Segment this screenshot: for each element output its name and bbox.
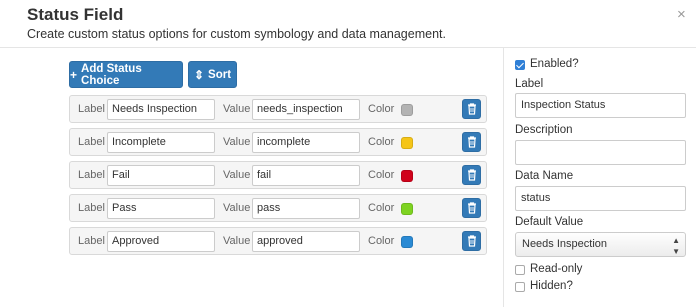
value-caption: Value bbox=[223, 202, 251, 214]
label-heading: Label bbox=[515, 78, 544, 90]
plus-icon: + bbox=[70, 67, 78, 82]
color-swatch[interactable] bbox=[401, 104, 413, 116]
choice-value-input[interactable]: incomplete bbox=[252, 132, 360, 153]
status-choice-row: Label Fail Value fail Color bbox=[69, 161, 487, 189]
delete-button[interactable] bbox=[462, 198, 481, 218]
color-caption: Color bbox=[368, 136, 395, 148]
label-input[interactable]: Inspection Status bbox=[515, 93, 686, 118]
trash-icon bbox=[467, 103, 476, 115]
choice-value-input[interactable]: approved bbox=[252, 231, 360, 252]
choice-label-input[interactable]: Fail bbox=[107, 165, 215, 186]
add-status-choice-label: Add Status Choice bbox=[81, 62, 142, 87]
delete-button[interactable] bbox=[462, 165, 481, 185]
close-icon[interactable]: × bbox=[677, 7, 686, 22]
choice-label-input[interactable]: Pass bbox=[107, 198, 215, 219]
field-settings-sidebar: Enabled? Label Inspection Status Descrip… bbox=[503, 48, 696, 307]
color-caption: Color bbox=[368, 169, 395, 181]
label-caption: Label bbox=[78, 235, 105, 247]
readonly-checkbox[interactable] bbox=[515, 265, 525, 275]
sort-button[interactable]: ⇕ Sort bbox=[188, 61, 237, 88]
delete-button[interactable] bbox=[462, 99, 481, 119]
choice-label-input[interactable]: Approved bbox=[107, 231, 215, 252]
delete-button[interactable] bbox=[462, 231, 481, 251]
hidden-checkbox[interactable] bbox=[515, 282, 525, 292]
label-caption: Label bbox=[78, 136, 105, 148]
default-value-selected: Needs Inspection bbox=[522, 238, 607, 250]
trash-icon bbox=[467, 136, 476, 148]
color-caption: Color bbox=[368, 235, 395, 247]
choice-value-input[interactable]: pass bbox=[252, 198, 360, 219]
enabled-label: Enabled? bbox=[530, 58, 579, 70]
label-caption: Label bbox=[78, 202, 105, 214]
choice-label-input[interactable]: Incomplete bbox=[107, 132, 215, 153]
dialog-subtitle: Create custom status options for custom … bbox=[27, 27, 446, 41]
status-choice-row: Label Incomplete Value incomplete Color bbox=[69, 128, 487, 156]
default-value-select[interactable]: Needs Inspection ▲ ▼ bbox=[515, 232, 686, 257]
value-caption: Value bbox=[223, 136, 251, 148]
data-name-heading: Data Name bbox=[515, 170, 574, 182]
description-heading: Description bbox=[515, 124, 573, 136]
add-status-choice-button[interactable]: + Add Status Choice bbox=[69, 61, 183, 88]
label-caption: Label bbox=[78, 103, 105, 115]
trash-icon bbox=[467, 235, 476, 247]
color-swatch[interactable] bbox=[401, 170, 413, 182]
color-caption: Color bbox=[368, 103, 395, 115]
dialog-header: Status Field Create custom status option… bbox=[0, 0, 696, 48]
dialog-title: Status Field bbox=[27, 5, 124, 24]
value-caption: Value bbox=[223, 169, 251, 181]
color-swatch[interactable] bbox=[401, 137, 413, 149]
status-choice-row: Label Needs Inspection Value needs_inspe… bbox=[69, 95, 487, 123]
sort-label: Sort bbox=[208, 68, 232, 81]
color-swatch[interactable] bbox=[401, 236, 413, 248]
color-swatch[interactable] bbox=[401, 203, 413, 215]
data-name-input[interactable]: status bbox=[515, 186, 686, 211]
default-value-heading: Default Value bbox=[515, 216, 584, 228]
trash-icon bbox=[467, 202, 476, 214]
sort-icon: ⇕ bbox=[193, 67, 205, 82]
readonly-label: Read-only bbox=[530, 263, 583, 275]
value-caption: Value bbox=[223, 103, 251, 115]
choice-label-input[interactable]: Needs Inspection bbox=[107, 99, 215, 120]
choice-value-input[interactable]: needs_inspection bbox=[252, 99, 360, 120]
trash-icon bbox=[467, 169, 476, 181]
status-choice-row: Label Approved Value approved Color bbox=[69, 227, 487, 255]
label-caption: Label bbox=[78, 169, 105, 181]
choice-value-input[interactable]: fail bbox=[252, 165, 360, 186]
value-caption: Value bbox=[223, 235, 251, 247]
enabled-checkbox[interactable] bbox=[515, 60, 525, 70]
description-input[interactable] bbox=[515, 140, 686, 165]
status-choice-row: Label Pass Value pass Color bbox=[69, 194, 487, 222]
select-arrows-icon: ▲ ▼ bbox=[672, 236, 680, 256]
hidden-label: Hidden? bbox=[530, 280, 573, 292]
delete-button[interactable] bbox=[462, 132, 481, 152]
color-caption: Color bbox=[368, 202, 395, 214]
